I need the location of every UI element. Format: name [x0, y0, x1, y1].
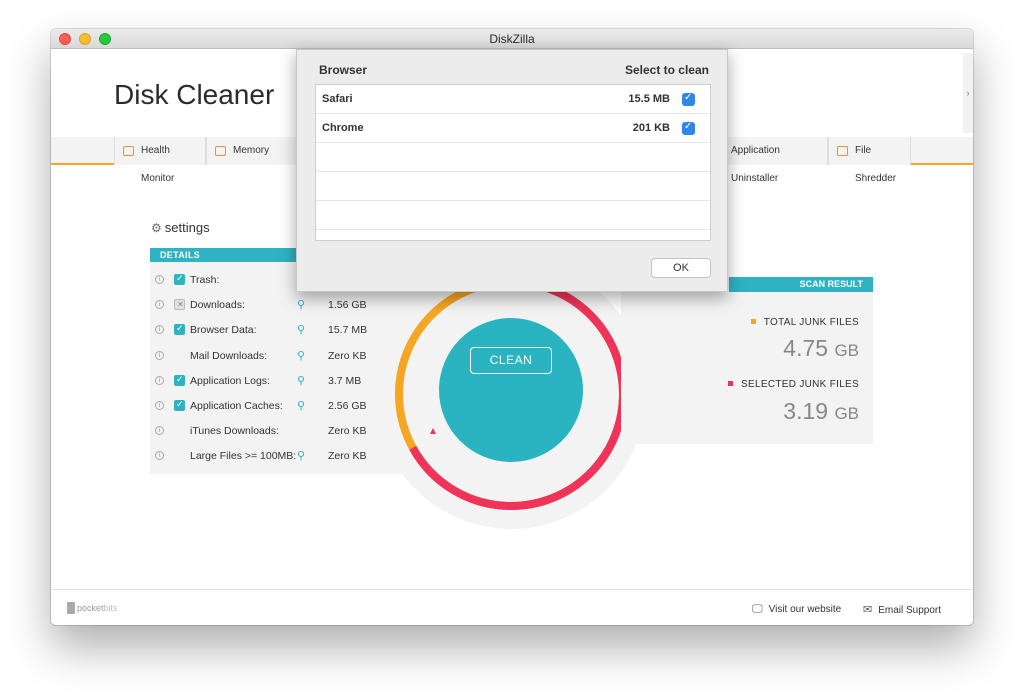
envelope-icon: ✉ — [863, 604, 873, 616]
clean-ring — [376, 259, 646, 529]
scan-result-panel: SCAN RESULT TOTAL JUNK FILES 4.75 GB SEL… — [621, 277, 873, 444]
gear-icon: ⚙ — [151, 221, 162, 235]
search-icon[interactable]: ⚲ — [297, 374, 305, 387]
row-checkbox[interactable] — [174, 299, 185, 311]
nav-file-shredder[interactable]: File Shredder — [828, 137, 911, 184]
nav-label: File Shredder — [855, 145, 897, 184]
row-size: Zero KB — [328, 450, 367, 463]
email-support-label: Email Support — [878, 605, 942, 616]
browser-column-header: Browser — [319, 63, 368, 77]
scan-result-header: SCAN RESULT — [729, 277, 873, 292]
nav-memory-cleaner[interactable]: Memory Cleaner — [206, 137, 306, 165]
chevron-right-icon[interactable]: › — [963, 53, 973, 133]
row-label: Application Logs: — [190, 374, 270, 387]
info-icon[interactable]: i — [155, 451, 164, 461]
info-icon[interactable]: i — [155, 275, 164, 284]
row-size: 2.56 GB — [328, 400, 367, 412]
info-icon[interactable]: i — [155, 350, 164, 360]
zoom-window-button[interactable] — [99, 33, 111, 45]
row-checkbox[interactable] — [174, 399, 185, 411]
empty-row — [316, 172, 710, 201]
info-icon[interactable]: i — [155, 401, 164, 410]
row-size: 3.7 MB — [328, 374, 362, 387]
visit-website-label: Visit our website — [768, 604, 842, 615]
total-junk-value: 4.75 GB — [783, 335, 859, 362]
selected-junk-number: 3.19 — [783, 398, 829, 424]
page-title: Disk Cleaner — [114, 79, 275, 110]
shredder-icon — [837, 146, 848, 156]
total-junk-text: TOTAL JUNK FILES — [763, 317, 859, 328]
browser-checkbox[interactable] — [682, 92, 695, 106]
total-junk-label: TOTAL JUNK FILES — [750, 317, 859, 328]
browser-row: Chrome 201 KB — [316, 114, 710, 143]
row-label: Mail Downloads: — [190, 349, 268, 362]
browser-size: 201 KB — [632, 122, 670, 134]
monitor-icon — [215, 146, 226, 156]
ok-button[interactable]: OK — [651, 258, 711, 278]
close-window-button[interactable] — [59, 33, 71, 45]
nav-label: Application Uninstaller — [731, 145, 780, 184]
browser-row: Safari 15.5 MB — [316, 85, 710, 114]
row-checkbox[interactable] — [174, 273, 185, 285]
clean-disc[interactable] — [439, 318, 583, 462]
row-size: 15.7 MB — [328, 324, 368, 337]
row-size: Zero KB — [328, 425, 367, 438]
info-icon[interactable]: i — [155, 375, 164, 385]
titlebar: DiskZilla — [51, 29, 973, 49]
browser-name: Safari — [322, 93, 353, 105]
select-column-header: Select to clean — [624, 63, 709, 77]
nav-label: Memory Cleaner — [233, 145, 270, 156]
row-size: 1.56 GB — [328, 299, 367, 312]
nav-label: Health Monitor — [141, 145, 175, 184]
total-junk-unit: GB — [834, 341, 859, 360]
row-label: Downloads: — [190, 299, 245, 312]
browser-clean-sheet: Browser Select to clean Safari 15.5 MB Chr… — [296, 49, 728, 292]
orange-dot-icon — [750, 319, 756, 324]
row-checkbox[interactable] — [174, 323, 185, 336]
monitor-icon: 🖵 — [752, 603, 763, 615]
visit-website-link[interactable]: 🖵 Visit our website — [752, 603, 841, 616]
browser-table: Safari 15.5 MB Chrome 201 KB — [315, 84, 711, 241]
search-icon[interactable]: ⚲ — [297, 349, 305, 362]
footer: pocketbits 🖵 Visit our website ✉ Email Sup… — [51, 589, 973, 625]
row-checkbox[interactable] — [174, 374, 185, 386]
red-dot-icon — [728, 381, 734, 386]
selected-junk-unit: GB — [834, 404, 859, 423]
total-junk-number: 4.75 — [783, 335, 829, 361]
row-label: Browser Data: — [190, 324, 257, 337]
row-label: Large Files >= 100MB: — [190, 450, 297, 463]
info-icon[interactable]: i — [155, 325, 164, 335]
nav-health-monitor[interactable]: Health Monitor — [114, 137, 206, 184]
search-icon[interactable]: ⚲ — [297, 298, 305, 311]
selected-junk-label: SELECTED JUNK FILES — [728, 379, 859, 390]
row-label: iTunes Downloads: — [190, 425, 279, 438]
row-label: Application Caches: — [190, 400, 283, 412]
pocketbits-logo[interactable]: pocketbits — [67, 602, 118, 614]
empty-row — [316, 201, 710, 230]
selected-junk-value: 3.19 GB — [783, 398, 859, 425]
search-icon[interactable]: ⚲ — [297, 399, 305, 412]
row-label: Trash: — [190, 274, 220, 286]
health-monitor-icon — [123, 146, 134, 156]
info-icon[interactable]: i — [155, 426, 164, 436]
browser-size: 15.5 MB — [628, 93, 670, 105]
email-support-link[interactable]: ✉ Email Support — [863, 603, 941, 616]
search-icon[interactable]: ⚲ — [297, 449, 305, 462]
settings-label: settings — [164, 220, 210, 235]
row-size: Zero KB — [328, 349, 367, 362]
settings-link[interactable]: ⚙ settings — [151, 220, 210, 235]
clean-button[interactable]: CLEAN — [470, 347, 552, 374]
browser-name: Chrome — [322, 122, 364, 134]
minimize-window-button[interactable] — [79, 33, 91, 45]
empty-row — [316, 143, 710, 172]
pocketbits-logo-icon — [67, 602, 75, 614]
browser-checkbox[interactable] — [682, 121, 695, 135]
window-title: DiskZilla — [489, 32, 535, 46]
brand-part-b: bits — [103, 603, 118, 613]
search-icon[interactable]: ⚲ — [297, 323, 305, 336]
brand-part-a: pocket — [77, 603, 104, 613]
selected-junk-text: SELECTED JUNK FILES — [741, 379, 859, 390]
info-icon[interactable]: i — [155, 300, 164, 310]
